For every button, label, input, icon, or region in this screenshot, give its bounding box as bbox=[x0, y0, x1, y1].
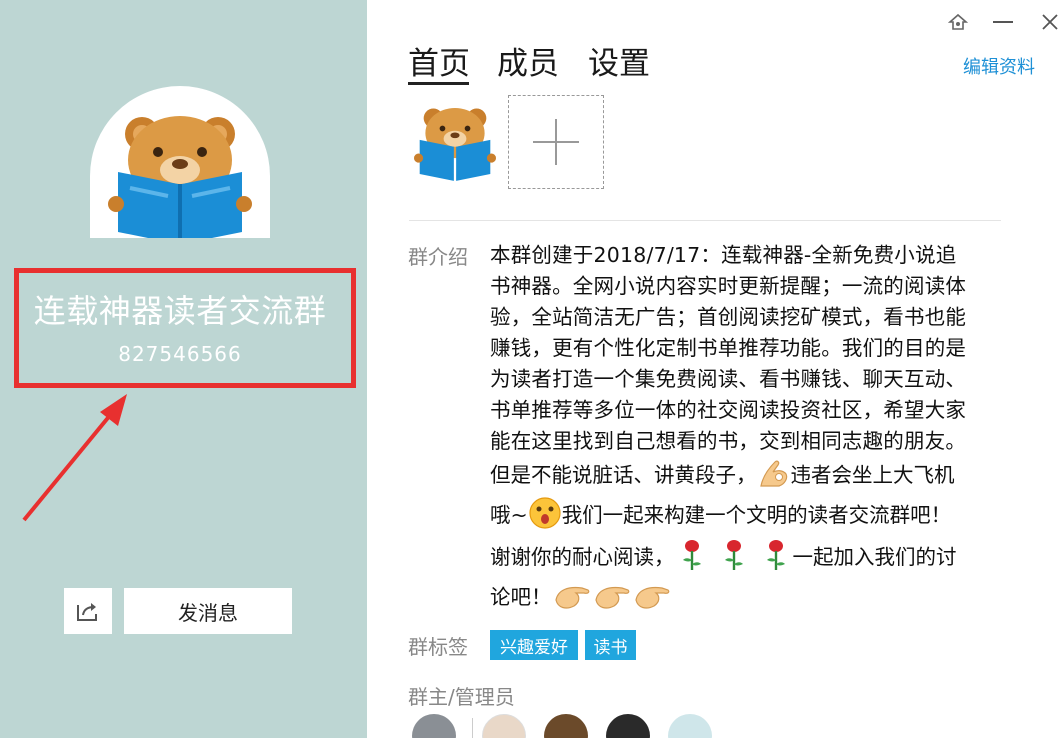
intro-paragraph: 本群创建于2018/7/17：连载神器-全新免费小说追 书神器。全网小说内容实时… bbox=[490, 240, 1010, 457]
divider bbox=[409, 220, 1001, 221]
divider bbox=[472, 718, 473, 738]
intro-text-line: 为读者打造一个集免费阅读、看书赚钱、聊天互动、 bbox=[490, 367, 967, 391]
rose-emoji-icon bbox=[766, 540, 785, 570]
intro-text-line: 验，全站简洁无广告；首创阅读挖矿模式，看书也能 bbox=[490, 305, 967, 329]
intro-text-segment: 但是不能说脏话、讲黄段子， bbox=[490, 463, 757, 487]
plus-icon bbox=[533, 119, 579, 165]
close-button[interactable] bbox=[1036, 8, 1064, 36]
intro-text-line: 本群创建于2018/7/17：连载神器-全新免费小说追 bbox=[490, 243, 957, 267]
send-message-button[interactable]: 发消息 bbox=[124, 588, 292, 634]
intro-text-line: 赚钱，更有个性化定制书单推荐功能。我们的目的是 bbox=[490, 336, 967, 360]
intro-text-segment: 一起加入我们的讨 bbox=[792, 545, 957, 569]
bear-reading-icon bbox=[414, 107, 496, 181]
admins-label: 群主/管理员 bbox=[408, 685, 515, 709]
rose-emoji-icon bbox=[724, 540, 743, 570]
intro-text-segment: 论吧！ bbox=[490, 585, 552, 609]
pointing-hands-emoji-icon bbox=[554, 586, 669, 609]
avatar[interactable] bbox=[668, 714, 712, 738]
tag-hobby[interactable]: 兴趣爱好 bbox=[490, 630, 578, 660]
add-photo-button[interactable] bbox=[508, 95, 604, 189]
group-photo-thumbnail[interactable] bbox=[414, 100, 496, 182]
intro-text-line: 书单推荐等多位一体的社交阅读投资社区，希望大家 bbox=[490, 398, 967, 422]
ok-hand-emoji-icon bbox=[759, 460, 787, 487]
intro-text-line: 能在这里找到自己想看的书，交到相同志趣的朋友。 bbox=[490, 429, 967, 453]
edit-profile-link[interactable]: 编辑资料 bbox=[963, 53, 1035, 79]
skin-icon bbox=[948, 13, 968, 30]
avatar[interactable] bbox=[412, 714, 456, 738]
intro-text-line: 书神器。全网小说内容实时更新提醒；一流的阅读体 bbox=[490, 274, 967, 298]
close-icon bbox=[1042, 14, 1058, 30]
group-profile-panel: 连载神器读者交流群 827546566 发消息 bbox=[0, 0, 367, 738]
minimize-button[interactable] bbox=[989, 8, 1017, 36]
intro-text-line: 但是不能说脏话、讲黄段子， 违者会坐上大飞机 bbox=[490, 456, 955, 490]
skin-button[interactable] bbox=[944, 8, 972, 36]
tab-members[interactable]: 成员 bbox=[497, 38, 559, 83]
intro-text-line: 哦~ 我们一起来构建一个文明的读者交流群吧！ bbox=[490, 496, 951, 530]
avatar[interactable] bbox=[606, 714, 650, 738]
intro-text-segment: 违者会坐上大飞机 bbox=[790, 463, 955, 487]
surprised-face-emoji-icon bbox=[529, 497, 561, 529]
rose-emoji-icon bbox=[682, 540, 701, 570]
share-icon bbox=[77, 603, 97, 621]
intro-text-segment: 我们一起来构建一个文明的读者交流群吧！ bbox=[561, 503, 952, 527]
avatar[interactable] bbox=[482, 714, 526, 738]
minimize-icon bbox=[993, 21, 1013, 23]
intro-text-segment: 谢谢你的耐心阅读， bbox=[490, 545, 675, 569]
intro-label: 群介绍 bbox=[408, 245, 468, 269]
tags-label: 群标签 bbox=[408, 635, 468, 659]
intro-text-line: 论吧！ bbox=[490, 578, 676, 612]
share-button[interactable] bbox=[64, 588, 112, 634]
tab-home[interactable]: 首页 bbox=[408, 38, 470, 83]
tab-settings[interactable]: 设置 bbox=[588, 38, 650, 83]
active-tab-indicator bbox=[408, 82, 469, 85]
avatar[interactable] bbox=[544, 714, 588, 738]
intro-text-segment: 哦~ bbox=[490, 503, 528, 527]
intro-text-line: 谢谢你的耐心阅读， 一起加入我们的讨 bbox=[490, 538, 957, 572]
tag-reading[interactable]: 读书 bbox=[585, 630, 636, 660]
